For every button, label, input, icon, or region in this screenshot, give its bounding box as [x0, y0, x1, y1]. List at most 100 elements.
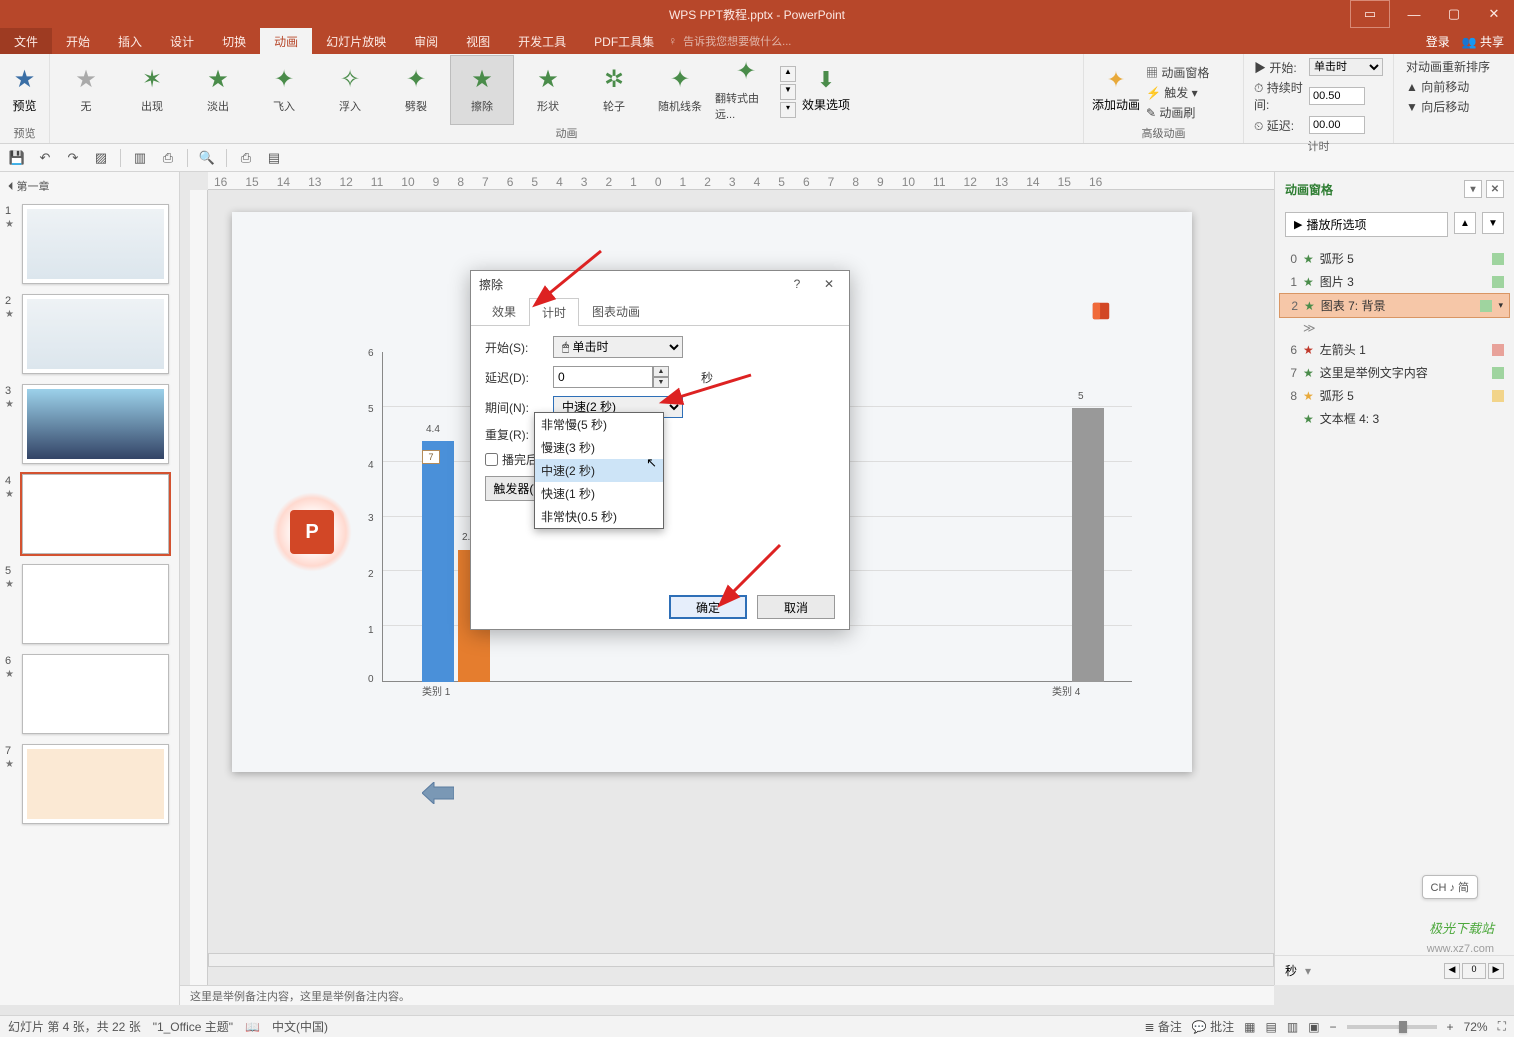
- play-selected-button[interactable]: ▶ 播放所选项: [1285, 212, 1448, 237]
- zoom-level[interactable]: 72%: [1464, 1020, 1488, 1034]
- animation-list-item[interactable]: 6★左箭头 1: [1279, 338, 1510, 361]
- spellcheck-icon[interactable]: 📖: [245, 1020, 260, 1034]
- minimize-button[interactable]: —: [1394, 0, 1434, 28]
- animation-list-item[interactable]: 2★图表 7: 背景▾: [1279, 293, 1510, 318]
- tab-design[interactable]: 设计: [156, 28, 208, 54]
- dialog-close-button[interactable]: ✕: [817, 274, 841, 294]
- anim-random[interactable]: ✦随机线条: [648, 55, 712, 125]
- animation-list-item[interactable]: 0★弧形 5: [1279, 247, 1510, 270]
- tell-me-input[interactable]: 告诉我您想要做什么...: [683, 33, 791, 49]
- anim-floatin[interactable]: ✧浮入: [318, 55, 382, 125]
- slide-thumb-7[interactable]: 7★: [22, 744, 169, 824]
- login-button[interactable]: 登录: [1426, 33, 1450, 50]
- dropdown-option[interactable]: 快速(1 秒): [535, 482, 663, 505]
- redo-icon[interactable]: ↷: [64, 149, 82, 167]
- tab-slideshow[interactable]: 幻灯片放映: [312, 28, 400, 54]
- undo-icon[interactable]: ↶: [36, 149, 54, 167]
- ribbon-display-options[interactable]: ▭: [1350, 0, 1390, 28]
- view-reading-icon[interactable]: ▥: [1287, 1020, 1298, 1034]
- view-normal-icon[interactable]: ▦: [1244, 1020, 1255, 1034]
- tab-developer[interactable]: 开发工具: [504, 28, 580, 54]
- qat-btn-4[interactable]: ⎙: [237, 149, 255, 167]
- anim-split[interactable]: ✦劈裂: [384, 55, 448, 125]
- qat-btn-1[interactable]: ▥: [131, 149, 149, 167]
- zoom-slider[interactable]: [1347, 1025, 1437, 1029]
- dropdown-option[interactable]: 非常快(0.5 秒): [535, 505, 663, 528]
- comment-marker[interactable]: 7: [422, 450, 440, 464]
- view-sorter-icon[interactable]: ▤: [1266, 1020, 1277, 1034]
- dialog-delay-input[interactable]: [553, 366, 653, 388]
- move-earlier-button[interactable]: ▲ 向前移动: [1406, 78, 1502, 95]
- anim-flyin[interactable]: ✦飞入: [252, 55, 316, 125]
- slideshow-icon[interactable]: ▨: [92, 149, 110, 167]
- notes-button[interactable]: ≣ 备注: [1144, 1018, 1181, 1035]
- anim-wipe[interactable]: ★擦除: [450, 55, 514, 125]
- tab-pdftools[interactable]: PDF工具集: [580, 28, 668, 54]
- animation-list-item[interactable]: 1★图片 3: [1279, 270, 1510, 293]
- dropdown-option[interactable]: 慢速(3 秒): [535, 436, 663, 459]
- anim-none[interactable]: ★无: [54, 55, 118, 125]
- slide-thumb-1[interactable]: 1★: [22, 204, 169, 284]
- animation-pane-button[interactable]: ▦ 动画窗格: [1146, 64, 1209, 81]
- anim-grow[interactable]: ✦翻转式由远...: [714, 55, 778, 125]
- preview-button[interactable]: ★预览: [4, 55, 45, 125]
- tab-view[interactable]: 视图: [452, 28, 504, 54]
- move-later-button[interactable]: ▼ 向后移动: [1406, 98, 1502, 115]
- tab-animations[interactable]: 动画: [260, 28, 312, 54]
- view-slideshow-icon[interactable]: ▣: [1308, 1020, 1319, 1034]
- tab-transitions[interactable]: 切换: [208, 28, 260, 54]
- tab-home[interactable]: 开始: [52, 28, 104, 54]
- close-button[interactable]: ✕: [1474, 0, 1514, 28]
- animation-painter-button[interactable]: ✎ 动画刷: [1146, 104, 1209, 121]
- duration-input[interactable]: [1309, 87, 1365, 105]
- dropdown-option[interactable]: 非常慢(5 秒): [535, 413, 663, 436]
- language-indicator[interactable]: 中文(中国): [272, 1018, 328, 1035]
- add-animation-button[interactable]: ✦添加动画: [1088, 55, 1144, 125]
- anim-shape[interactable]: ★形状: [516, 55, 580, 125]
- timeline-prev[interactable]: ◀: [1444, 963, 1460, 979]
- horizontal-scrollbar[interactable]: [208, 953, 1274, 967]
- qat-btn-2[interactable]: ⎙: [159, 149, 177, 167]
- qat-btn-5[interactable]: ▤: [265, 149, 283, 167]
- trigger-button[interactable]: ⚡ 触发 ▾: [1146, 84, 1209, 101]
- slide-thumb-4[interactable]: 4★: [22, 474, 169, 554]
- dialog-help-button[interactable]: ?: [785, 274, 809, 294]
- slide-thumb-2[interactable]: 2★: [22, 294, 169, 374]
- delay-input[interactable]: [1309, 116, 1365, 134]
- tab-file[interactable]: 文件: [0, 28, 52, 54]
- dialog-start-select[interactable]: 🖱 单击时: [553, 336, 683, 358]
- slide-thumb-5[interactable]: 5★: [22, 564, 169, 644]
- anim-wheel[interactable]: ✲轮子: [582, 55, 646, 125]
- zoom-out-button[interactable]: −: [1330, 1020, 1337, 1034]
- zoom-in-button[interactable]: +: [1447, 1020, 1454, 1034]
- pane-close-button[interactable]: ✕: [1486, 180, 1504, 198]
- qat-btn-3[interactable]: 🔍: [198, 149, 216, 167]
- anim-appear[interactable]: ✶出现: [120, 55, 184, 125]
- share-button[interactable]: 👥 共享: [1462, 33, 1504, 50]
- section-header[interactable]: ⏴ 第一章: [0, 172, 179, 200]
- timeline-zoom[interactable]: 0: [1462, 963, 1486, 979]
- move-down-button[interactable]: ▼: [1482, 212, 1504, 234]
- animation-list-item[interactable]: 8★弧形 5: [1279, 384, 1510, 407]
- gallery-more-button[interactable]: ▾: [780, 102, 796, 118]
- move-up-button[interactable]: ▲: [1454, 212, 1476, 234]
- save-icon[interactable]: 💾: [8, 149, 26, 167]
- dialog-tab-effect[interactable]: 效果: [479, 297, 529, 325]
- tab-review[interactable]: 审阅: [400, 28, 452, 54]
- gallery-up-button[interactable]: ▲: [780, 66, 796, 82]
- comments-button[interactable]: 💬 批注: [1192, 1018, 1234, 1035]
- maximize-button[interactable]: ▢: [1434, 0, 1474, 28]
- notes-bar[interactable]: 这里是举例备注内容，这里是举例备注内容。: [180, 985, 1274, 1005]
- timeline-next[interactable]: ▶: [1488, 963, 1504, 979]
- slide-thumb-3[interactable]: 3★: [22, 384, 169, 464]
- gallery-down-button[interactable]: ▼: [780, 84, 796, 100]
- left-arrow-shape[interactable]: [422, 782, 454, 804]
- start-select[interactable]: 单击时: [1309, 58, 1383, 76]
- pane-options-button[interactable]: ▾: [1464, 180, 1482, 198]
- slide-thumb-6[interactable]: 6★: [22, 654, 169, 734]
- effect-options-button[interactable]: ⬇效果选项: [798, 55, 854, 125]
- anim-fade[interactable]: ★淡出: [186, 55, 250, 125]
- fit-button[interactable]: ⛶: [1498, 1019, 1506, 1034]
- animation-list-item[interactable]: ≫: [1279, 318, 1510, 338]
- dropdown-option[interactable]: 中速(2 秒): [535, 459, 663, 482]
